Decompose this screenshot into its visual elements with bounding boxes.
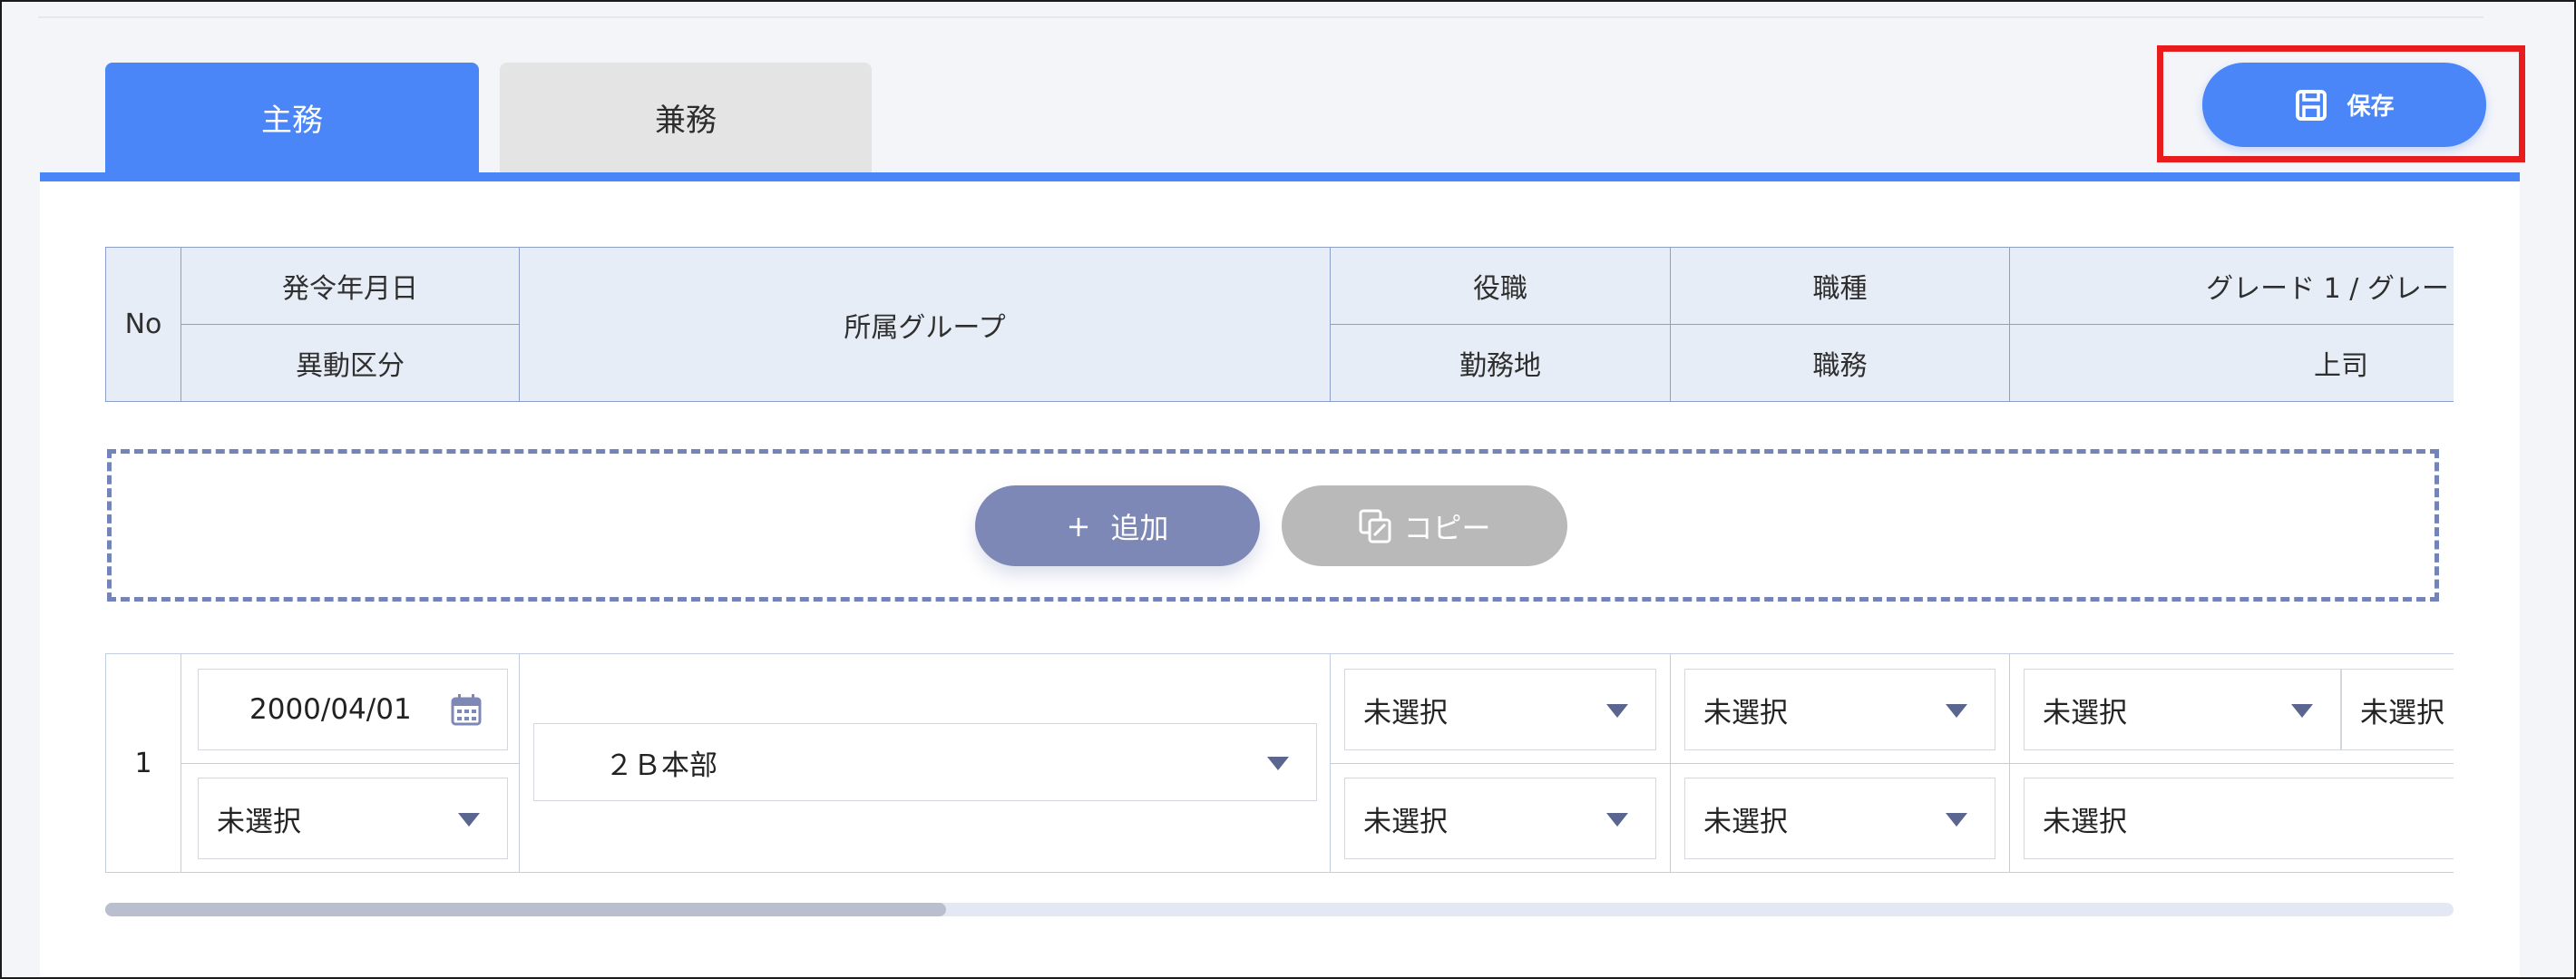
chevron-down-icon xyxy=(2291,704,2313,718)
chevron-down-icon xyxy=(1267,757,1289,770)
header-group: 所属グループ xyxy=(519,247,1331,402)
plus-icon: + xyxy=(1066,508,1091,543)
header-manager: 上司 xyxy=(2009,324,2454,402)
floppy-disk-icon xyxy=(2294,88,2328,122)
work-location-value: 未選択 xyxy=(1363,805,1448,838)
duty-value: 未選択 xyxy=(1703,805,1788,838)
transfer-type-value: 未選択 xyxy=(217,805,301,838)
save-button[interactable]: 保存 xyxy=(2202,63,2486,147)
job-type-value: 未選択 xyxy=(1703,696,1788,729)
header-job-type: 職種 xyxy=(1670,247,2010,325)
tab-main-duty-label: 主務 xyxy=(261,103,323,139)
top-divider xyxy=(38,16,2483,18)
group-select[interactable]: ２Ｂ本部 xyxy=(533,723,1317,801)
add-row-dropzone xyxy=(107,449,2439,602)
issue-date-input[interactable]: 2000/04/01 xyxy=(198,669,508,750)
grade2-select[interactable]: 未選択 xyxy=(2341,669,2454,750)
chevron-down-icon xyxy=(1946,704,1967,718)
add-row-label: 追加 xyxy=(1110,510,1169,545)
header-issue-date: 発令年月日 xyxy=(181,247,520,325)
chevron-down-icon xyxy=(1606,813,1628,827)
copy-row-label: コピー xyxy=(1403,510,1491,545)
tab-main-duty[interactable]: 主務 xyxy=(105,63,479,172)
tab-concurrent-duty-label: 兼務 xyxy=(655,103,717,139)
chevron-down-icon xyxy=(1606,704,1628,718)
tab-concurrent-duty[interactable]: 兼務 xyxy=(500,63,872,172)
app-frame: 主務 兼務 保存 No 発令年月日 異動区分 所属グループ 役職 勤務地 職種 … xyxy=(0,0,2576,979)
header-duty: 職務 xyxy=(1670,324,2010,402)
group-value: ２Ｂ本部 xyxy=(605,749,717,782)
position-select[interactable]: 未選択 xyxy=(1344,669,1656,750)
row-no-cell: 1 xyxy=(105,653,181,873)
grade2-value: 未選択 xyxy=(2360,696,2444,729)
header-position: 役職 xyxy=(1330,247,1671,325)
grade1-select[interactable]: 未選択 xyxy=(2024,669,2341,750)
header-work-location: 勤務地 xyxy=(1330,324,1671,402)
calendar-icon[interactable] xyxy=(451,693,482,733)
header-no: No xyxy=(105,247,181,402)
add-row-button[interactable]: + 追加 xyxy=(975,485,1260,566)
work-location-select[interactable]: 未選択 xyxy=(1344,778,1656,859)
manager-value: 未選択 xyxy=(2043,805,2127,838)
copy-icon xyxy=(1358,508,1394,544)
transfer-type-select[interactable]: 未選択 xyxy=(198,778,508,859)
issue-date-value: 2000/04/01 xyxy=(249,693,412,726)
chevron-down-icon xyxy=(458,813,480,827)
header-grade: グレード 1 / グレード xyxy=(2009,247,2454,325)
grade1-value: 未選択 xyxy=(2043,696,2127,729)
header-transfer-type: 異動区分 xyxy=(181,324,520,402)
copy-row-button[interactable]: コピー xyxy=(1282,485,1567,566)
job-type-select[interactable]: 未選択 xyxy=(1684,669,1995,750)
position-value: 未選択 xyxy=(1363,696,1448,729)
manager-select[interactable]: 未選択 xyxy=(2024,778,2454,859)
scrollbar-thumb[interactable] xyxy=(105,903,946,916)
row-number: 1 xyxy=(134,747,152,779)
save-button-label: 保存 xyxy=(2347,93,2395,121)
duty-select[interactable]: 未選択 xyxy=(1684,778,1995,859)
chevron-down-icon xyxy=(1946,813,1967,827)
